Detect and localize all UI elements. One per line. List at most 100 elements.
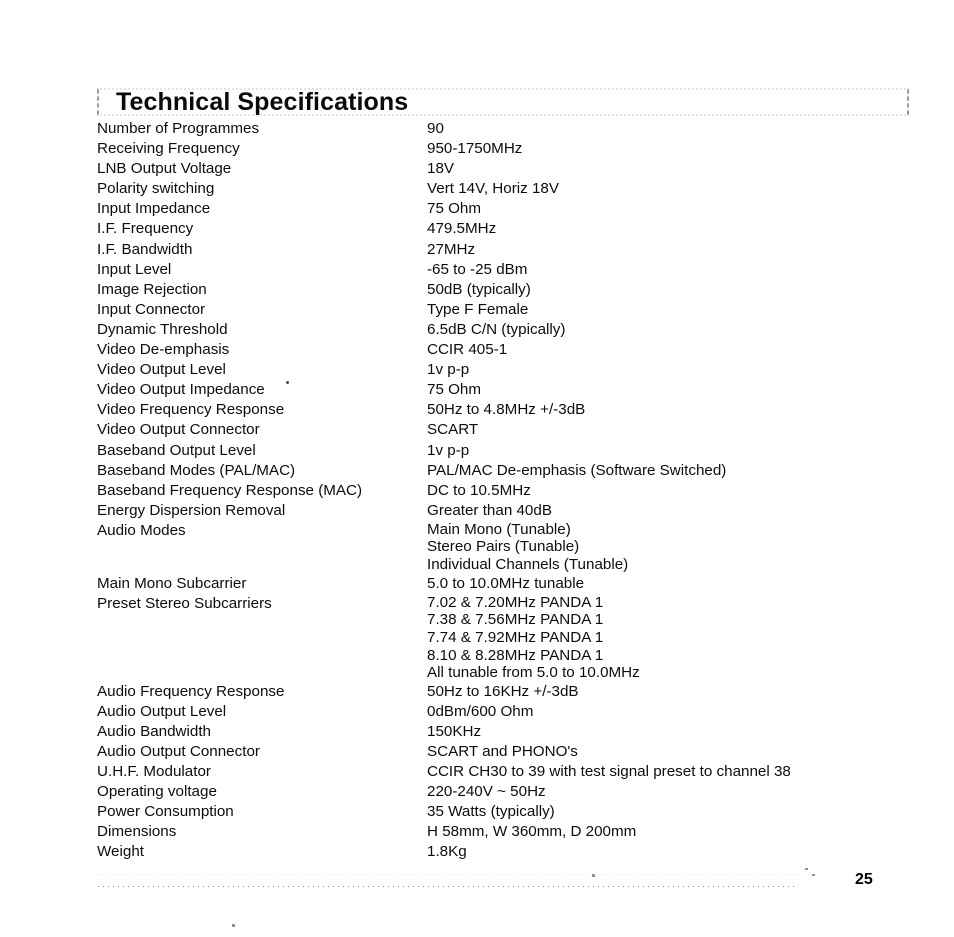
- spec-row: Input Level -65 to -25 dBm: [97, 260, 887, 280]
- spec-value: 0dBm/600 Ohm: [427, 702, 534, 720]
- spec-row: Number of Programmes 90: [97, 119, 887, 139]
- spec-value: Main Mono (Tunable) Stereo Pairs (Tunabl…: [427, 520, 629, 574]
- spec-row: Baseband Modes (PAL/MAC) PAL/MAC De-empha…: [97, 461, 887, 481]
- spec-value: SCART: [427, 421, 479, 439]
- spec-value: SCART and PHONO's: [427, 743, 578, 760]
- spec-row: Video Output Impedance 75 Ohm: [97, 380, 887, 400]
- spec-row: Operating voltage 220-240V ~ 50Hz: [97, 782, 887, 802]
- spec-value: CCIR CH30 to 39 with test signal preset …: [427, 763, 791, 781]
- spec-label: Polarity switching: [97, 180, 215, 198]
- spec-value: Type F Female: [427, 300, 529, 318]
- spec-row: I.F. Bandwidth 27MHz: [97, 240, 887, 260]
- spec-row: Weight 1.8Kg: [97, 842, 887, 862]
- spec-label: Audio Frequency Response: [97, 682, 285, 700]
- spec-row: Audio Modes Main Mono (Tunable) Stereo Pa…: [97, 521, 887, 574]
- spec-row: LNB Output Voltage 18V: [97, 159, 887, 179]
- spec-value: 75 Ohm: [427, 200, 482, 218]
- spec-value: 27MHz: [427, 240, 476, 258]
- spec-label: Input Impedance: [97, 200, 211, 218]
- spec-row: Dynamic Threshold 6.5dB C/N (typically): [97, 320, 887, 340]
- spec-row: Power Consumption 35 Watts (typically): [97, 802, 887, 822]
- spec-row: Input Connector Type F Female: [97, 300, 887, 320]
- spec-value: 50dB (typically): [427, 280, 531, 298]
- spec-label: Input Connector: [97, 300, 206, 318]
- spec-value: 950-1750MHz: [427, 140, 523, 158]
- spec-row: Audio Output Connector SCART and PHONO's: [97, 742, 887, 762]
- spec-label: Number of Programmes: [97, 120, 260, 137]
- spec-row: Main Mono Subcarrier 5.0 to 10.0MHz tunab…: [97, 574, 887, 594]
- spec-label: Preset Stereo Subcarriers: [97, 594, 272, 612]
- spec-label: Operating voltage: [97, 783, 217, 801]
- spec-value: H 58mm, W 360mm, D 200mm: [427, 823, 637, 841]
- spec-label: Video De-emphasis: [97, 341, 230, 359]
- spec-value: 220-240V ~ 50Hz: [427, 783, 546, 801]
- spec-value: 6.5dB C/N (typically): [427, 320, 566, 338]
- spec-label: Video Output Level: [97, 361, 226, 379]
- spec-row: U.H.F. Modulator CCIR CH30 to 39 with tes…: [97, 762, 887, 782]
- spec-value: 1v p-p: [427, 441, 470, 459]
- spec-row: Audio Bandwidth 150KHz: [97, 722, 887, 742]
- spec-row: Receiving Frequency 950-1750MHz: [97, 139, 887, 159]
- scan-artifact-speck: [592, 874, 595, 877]
- spec-value: PAL/MAC De-emphasis (Software Switched): [427, 461, 727, 479]
- spec-label: Audio Output Level: [97, 702, 227, 720]
- spec-label: Power Consumption: [97, 803, 234, 821]
- spec-label: Input Level: [97, 260, 172, 278]
- scan-artifact-speck: [805, 868, 808, 870]
- spec-label: U.H.F. Modulator: [97, 763, 211, 781]
- spec-value: 50Hz to 4.8MHz +/-3dB: [427, 401, 586, 419]
- spec-label: Dynamic Threshold: [97, 320, 228, 338]
- spec-row: Audio Frequency Response 50Hz to 16KHz +/…: [97, 682, 887, 702]
- spec-row: Input Impedance 75 Ohm: [97, 199, 887, 219]
- spec-label: Receiving Frequency: [97, 140, 240, 158]
- spec-label: Image Rejection: [97, 280, 207, 298]
- title-box-left-edge: [97, 88, 99, 116]
- spec-label: Main Mono Subcarrier: [97, 574, 247, 592]
- scan-artifact-bottom-dots: [432, 915, 762, 917]
- spec-value: 50Hz to 16KHz +/-3dB: [427, 682, 579, 700]
- spec-row: Preset Stereo Subcarriers 7.02 & 7.20MHz …: [97, 594, 887, 682]
- spec-value: -65 to -25 dBm: [427, 260, 528, 278]
- spec-row: Baseband Output Level 1v p-p: [97, 441, 887, 461]
- title-box-right-edge: [907, 88, 909, 116]
- spec-label: Audio Bandwidth: [97, 722, 211, 740]
- spec-row: Polarity switching Vert 14V, Horiz 18V: [97, 179, 887, 199]
- spec-value: Vert 14V, Horiz 18V: [427, 180, 559, 198]
- spec-value: 90: [427, 120, 444, 137]
- spec-value: CCIR 405-1: [427, 341, 508, 359]
- spec-label: Baseband Frequency Response (MAC): [97, 481, 363, 499]
- spec-row: Audio Output Level 0dBm/600 Ohm: [97, 702, 887, 722]
- spec-value: 75 Ohm: [427, 381, 482, 399]
- spec-value: 1.8Kg: [427, 843, 467, 861]
- spec-label: Dimensions: [97, 823, 177, 841]
- spec-label: Weight: [97, 843, 144, 861]
- spec-row: Energy Dispersion Removal Greater than 40…: [97, 501, 887, 521]
- scan-artifact-speck: [812, 874, 815, 876]
- spec-label: Energy Dispersion Removal: [97, 501, 286, 519]
- scan-artifact-footer-dots-upper: [96, 872, 798, 875]
- spec-row: Image Rejection 50dB (typically): [97, 280, 887, 300]
- spec-label: Video Output Impedance: [97, 381, 265, 399]
- spec-value: 35 Watts (typically): [427, 803, 555, 821]
- scan-artifact-footer-dots-lower: [96, 884, 798, 887]
- spec-label: Audio Modes: [97, 521, 186, 539]
- spec-value: Greater than 40dB: [427, 501, 552, 519]
- spec-label: I.F. Bandwidth: [97, 240, 193, 258]
- spec-label: Video Frequency Response: [97, 401, 285, 419]
- page-title: Technical Specifications: [116, 88, 409, 116]
- document-page: Technical Specifications Number of Progr…: [0, 0, 954, 937]
- spec-row: Dimensions H 58mm, W 360mm, D 200mm: [97, 822, 887, 842]
- spec-value: 150KHz: [427, 722, 482, 740]
- spec-label: Baseband Modes (PAL/MAC): [97, 461, 296, 479]
- spec-row: Video De-emphasis CCIR 405-1: [97, 340, 887, 360]
- page-number: 25: [855, 871, 873, 888]
- spec-value: 1v p-p: [427, 361, 470, 379]
- spec-row: Video Frequency Response 50Hz to 4.8MHz +…: [97, 400, 887, 420]
- scan-artifact-speck: [232, 924, 235, 927]
- specifications-table: Number of Programmes 90 Receiving Frequenc…: [97, 119, 887, 863]
- spec-label: I.F. Frequency: [97, 220, 194, 238]
- spec-value: DC to 10.5MHz: [427, 481, 531, 499]
- spec-row: I.F. Frequency 479.5MHz: [97, 219, 887, 239]
- spec-label: LNB Output Voltage: [97, 160, 232, 178]
- spec-row: Video Output Connector SCART: [97, 420, 887, 440]
